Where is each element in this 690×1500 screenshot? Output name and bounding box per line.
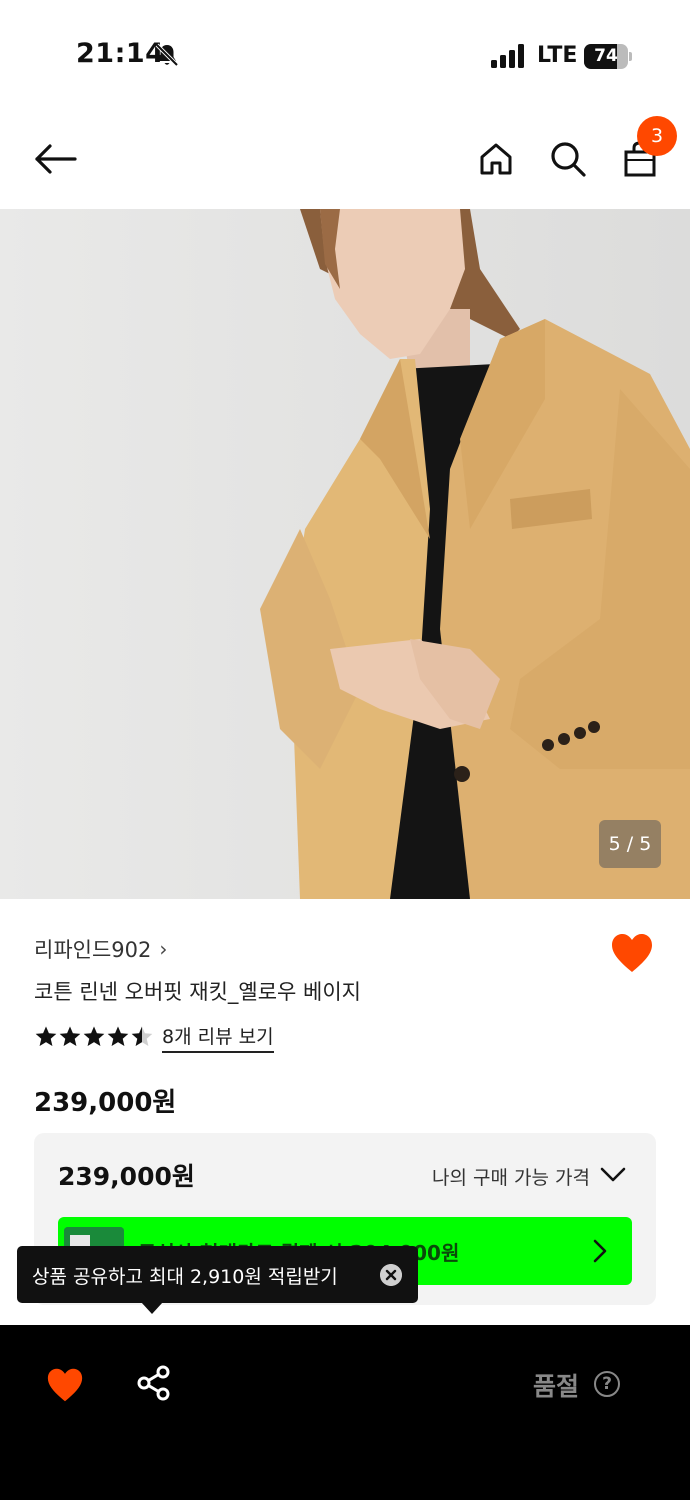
chevron-right-icon: ›	[159, 937, 168, 961]
image-counter: 5 / 5	[599, 820, 661, 868]
chevron-right-icon	[593, 1239, 607, 1263]
status-time: 21:14	[76, 38, 165, 69]
product-photo	[0, 209, 690, 899]
star-icon	[59, 1026, 81, 1046]
help-icon[interactable]: ?	[594, 1371, 620, 1397]
close-icon[interactable]	[380, 1264, 402, 1286]
review-link[interactable]: 8개 리뷰 보기	[162, 1022, 274, 1053]
battery-level: 74	[594, 46, 618, 66]
my-price-toggle[interactable]: 나의 구매 가능 가격	[432, 1163, 590, 1190]
bell-off-icon	[155, 43, 179, 67]
box-price: 239,000원	[58, 1162, 195, 1191]
battery-icon: 74	[584, 44, 632, 69]
star-icon	[83, 1026, 105, 1046]
soldout-label: 품절	[533, 1372, 580, 1401]
cart-count-badge: 3	[637, 116, 677, 156]
search-icon	[551, 142, 586, 177]
signal-icon	[491, 44, 524, 68]
product-price: 239,000원	[34, 1088, 177, 1118]
network-label: LTE	[537, 43, 578, 68]
bottom-action-bar: 품절 ?	[0, 1325, 690, 1500]
tooltip-text: 상품 공유하고 최대 2,910원 적립받기	[32, 1266, 338, 1288]
rating-row: 8개 리뷰 보기	[34, 1022, 274, 1053]
star-icon	[131, 1026, 153, 1046]
top-navigation	[0, 110, 690, 208]
chevron-down-icon[interactable]	[600, 1165, 626, 1185]
product-image[interactable]	[0, 209, 690, 899]
heart-icon[interactable]	[610, 932, 654, 974]
home-icon	[480, 143, 512, 175]
share-icon[interactable]	[136, 1365, 172, 1401]
brand-link[interactable]: 리파인드902 ›	[34, 934, 167, 964]
brand-name: 리파인드902	[34, 938, 152, 962]
star-icon	[35, 1026, 57, 1046]
home-button[interactable]	[471, 134, 521, 184]
star-icon	[107, 1026, 129, 1046]
heart-icon[interactable]	[46, 1367, 84, 1403]
back-button[interactable]	[30, 134, 80, 184]
tooltip-pointer	[141, 1302, 163, 1314]
share-reward-tooltip: 상품 공유하고 최대 2,910원 적립받기	[17, 1246, 418, 1303]
back-arrow-icon	[35, 144, 77, 174]
star-rating	[34, 1025, 154, 1049]
product-title: 코튼 린넨 오버핏 재킷_옐로우 베이지	[34, 980, 361, 1004]
search-button[interactable]	[543, 134, 593, 184]
status-bar: 21:14 LTE 74	[0, 0, 690, 110]
